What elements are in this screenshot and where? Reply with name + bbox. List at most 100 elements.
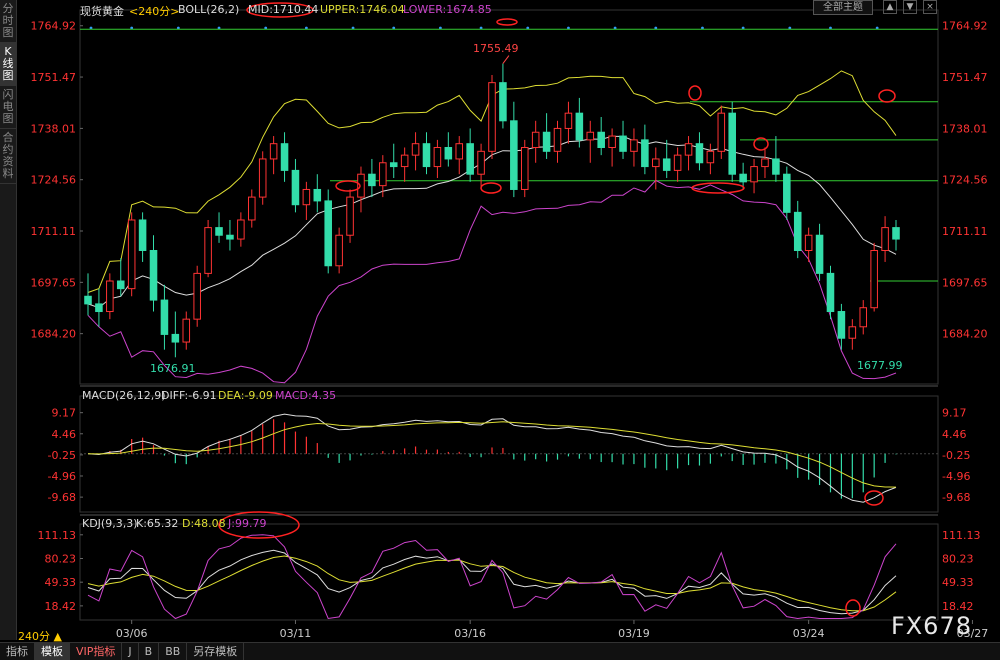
bottom-tab-indicator[interactable]: 指标: [0, 643, 35, 660]
macd-diff: DIFF:-6.91: [161, 389, 217, 402]
candle-body: [619, 135, 627, 152]
kdj-label: KDJ(9,3,3): [82, 517, 138, 530]
candle-body: [881, 227, 889, 251]
price-axis-label-left: 1724.56: [31, 174, 77, 187]
candle-body: [291, 169, 300, 206]
price-axis-label-left: 1711.11: [31, 225, 77, 238]
candle-body: [433, 147, 442, 168]
kdj-axis-label-left: 111.13: [38, 529, 77, 542]
annotation-circle: [480, 182, 502, 194]
bottom-tab-bb[interactable]: BB: [159, 643, 188, 660]
candle-body: [575, 112, 584, 141]
period-label: <240分>: [129, 5, 180, 18]
boll-label: BOLL(26,2): [178, 3, 240, 16]
candle-body: [728, 112, 736, 175]
candle-body: [695, 143, 704, 164]
boll-lower-line: [87, 179, 897, 384]
macd-axis-label-right: -9.68: [942, 491, 970, 504]
candle-body: [280, 143, 289, 171]
theme-button[interactable]: 全部主题: [813, 0, 873, 15]
macd-axis-label-left: -9.68: [48, 491, 76, 504]
price-axis-label-right: 1724.56: [942, 174, 988, 187]
x-axis-label: 03/11: [280, 627, 312, 640]
candle-body: [389, 162, 398, 168]
candle-body: [324, 200, 332, 267]
candle-body: [750, 166, 758, 183]
candle-body: [171, 333, 180, 343]
price-axis-label-left: 1751.47: [31, 71, 77, 84]
x-axis-label: 03/24: [793, 627, 825, 640]
price-axis-label-right: 1738.01: [942, 122, 988, 135]
candle-body: [761, 158, 769, 168]
candle-body: [182, 318, 191, 343]
close-icon[interactable]: ×: [923, 0, 937, 14]
candle-body: [772, 158, 780, 175]
high-marker: [502, 55, 510, 64]
bottom-toolbar: 指标 模板 VIP指标 J B BB 另存模板: [0, 642, 1000, 660]
bottom-tab-vip[interactable]: VIP指标: [70, 643, 123, 660]
bottom-tab-save-template[interactable]: 另存模板: [187, 643, 245, 660]
arrow-down-icon[interactable]: ▼: [903, 0, 917, 14]
price-axis-label-left: 1684.20: [31, 328, 77, 341]
symbol-name: 现货黄金: [80, 5, 124, 18]
candle-body: [499, 82, 507, 122]
candle-body: [116, 280, 125, 290]
candle-body: [193, 272, 201, 320]
candle-body: [149, 249, 158, 301]
chart-canvas[interactable]: 1764.92 1764.92 1751.47 1751.47 1738.01 1738.…: [0, 0, 1000, 659]
price-axis-label-right: 1684.20: [942, 328, 988, 341]
bottom-tab-b[interactable]: B: [139, 643, 160, 660]
candle-body: [564, 112, 573, 129]
boll-mid: MID:1710.44: [248, 3, 319, 16]
candle-body: [313, 188, 322, 202]
candle-body: [630, 139, 638, 152]
candle-body: [444, 147, 453, 160]
candle-body: [892, 227, 900, 240]
candle-body: [302, 188, 311, 206]
price-axis-label-left: 1697.65: [31, 276, 77, 289]
candle-body: [652, 158, 660, 168]
bottom-tab-template[interactable]: 模板: [35, 643, 70, 660]
candle-body: [826, 272, 835, 313]
candle-body: [597, 131, 605, 149]
candle-body: [520, 147, 529, 190]
price-axis-label-right: 1751.47: [942, 71, 988, 84]
boll-lower: LOWER:1674.85: [403, 3, 492, 16]
candle-body: [400, 154, 409, 168]
macd-diff-line: [87, 413, 897, 503]
candle-body: [586, 131, 595, 141]
macd-axis-label-right: 4.46: [942, 428, 967, 441]
macd-axis-label-left: -4.96: [48, 470, 76, 483]
candle-body: [226, 234, 234, 240]
candle-body: [106, 280, 114, 313]
panel-frame: [79, 9, 939, 385]
kdj-axis-label-left: 80.23: [45, 552, 77, 565]
panel-frame: [79, 523, 939, 621]
kdj-axis-label-left: 18.42: [45, 600, 77, 613]
candle-body: [510, 120, 518, 190]
candle-body: [553, 127, 562, 152]
candle-body: [739, 173, 747, 183]
candle-body: [368, 173, 376, 187]
bottom-tab-j[interactable]: J: [122, 643, 139, 660]
candle-body: [793, 211, 802, 251]
kdj-j: J:99.79: [228, 517, 267, 530]
annotation-circle: [878, 89, 896, 103]
high-annotation: 1755.49: [473, 42, 519, 55]
candle-body: [127, 219, 136, 290]
x-axis-label: 03/06: [116, 627, 148, 640]
candle-body: [138, 219, 147, 251]
low-annotation-right: 1677.99: [857, 359, 903, 372]
arrow-up-icon[interactable]: ▲: [883, 0, 897, 14]
macd-axis-label-left: -0.25: [48, 449, 76, 462]
candle-body: [673, 154, 682, 171]
price-axis-label-left: 1738.01: [31, 122, 77, 135]
macd-dea: DEA:-9.09: [218, 389, 273, 402]
kdj-axis-label-right: 49.33: [942, 576, 974, 589]
candle-body: [488, 82, 496, 152]
kdj-axis-label-right: 111.13: [942, 529, 981, 542]
candle-body: [346, 196, 354, 236]
kdj-axis-label-left: 49.33: [45, 576, 77, 589]
candle-body: [859, 307, 868, 328]
macd-axis-label-left: 9.17: [52, 407, 77, 420]
